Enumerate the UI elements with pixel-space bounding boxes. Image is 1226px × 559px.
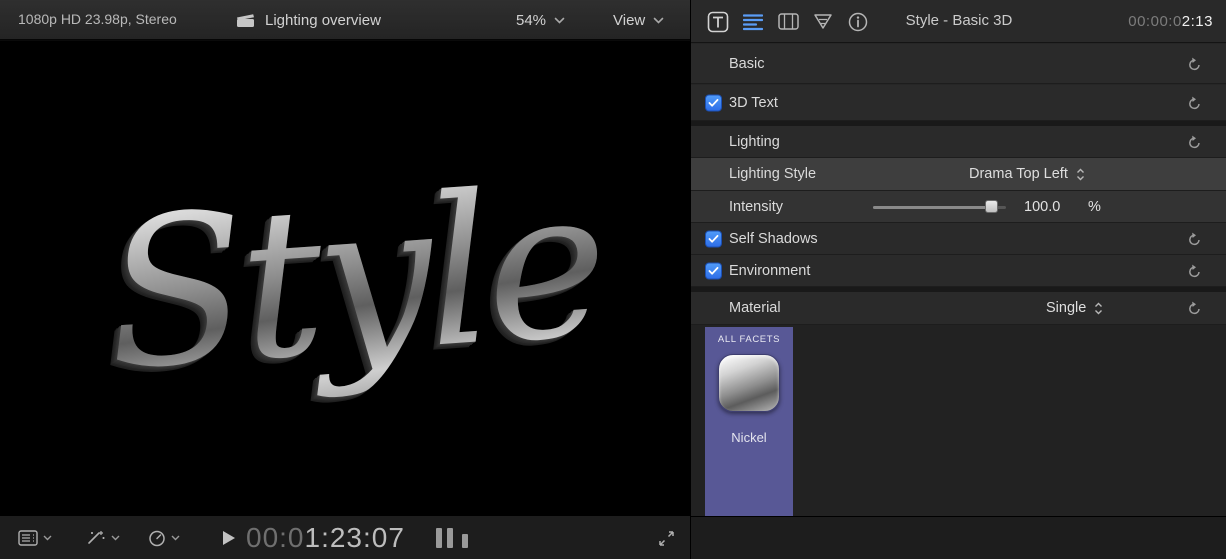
slider-thumb[interactable] xyxy=(985,200,998,213)
canvas-3d-text: Style Style xyxy=(97,118,644,515)
format-label: 1080p HD 23.98p, Stereo xyxy=(18,11,177,27)
expand-icon[interactable] xyxy=(658,516,675,559)
tab-mask-icon[interactable] xyxy=(812,11,834,33)
row-self-shadows: Self Shadows xyxy=(691,223,1226,255)
zoom-value: 54% xyxy=(516,12,546,29)
popup-chevrons-icon xyxy=(1076,168,1085,181)
material-tile-selected[interactable]: ALL FACETS Nickel xyxy=(705,327,793,516)
material-thumbnail[interactable] xyxy=(718,354,780,412)
slider-fill xyxy=(873,206,991,209)
environment-label: Environment xyxy=(729,263,810,279)
chevron-down-icon xyxy=(171,535,180,541)
material-label: Material xyxy=(729,300,781,316)
row-material: Material Single xyxy=(691,292,1226,325)
material-popup-value: Single xyxy=(1046,300,1086,316)
chevron-down-icon xyxy=(653,17,664,24)
material-name: Nickel xyxy=(705,430,793,445)
clapper-icon xyxy=(236,13,255,28)
index-icon xyxy=(18,530,38,546)
tab-info-icon[interactable] xyxy=(847,11,869,33)
row-intensity: Intensity 100.0 % xyxy=(691,191,1226,223)
reset-icon[interactable] xyxy=(1187,232,1203,246)
retime-menu[interactable] xyxy=(148,516,180,559)
intensity-value[interactable]: 100.0 xyxy=(1024,199,1060,215)
effects-menu[interactable] xyxy=(86,516,120,559)
chevron-down-icon xyxy=(554,17,565,24)
material-popup[interactable]: Single xyxy=(1046,300,1103,316)
checkbox-self-shadows[interactable] xyxy=(705,230,722,247)
app-window: 1080p HD 23.98p, Stereo Lighting overvie… xyxy=(0,0,1226,559)
popup-chevrons-icon xyxy=(1094,302,1103,315)
audio-meters xyxy=(436,528,468,548)
view-menu[interactable]: View xyxy=(613,0,664,40)
tab-text-format-icon[interactable] xyxy=(707,11,729,33)
reset-icon[interactable] xyxy=(1187,135,1203,149)
inspector-timecode-dim: 00:00:0 xyxy=(1128,13,1182,30)
inspector-pane: Style - Basic 3D 00:00:02:13 Basic 3D Te… xyxy=(690,0,1226,559)
tab-text-layout-icon[interactable] xyxy=(742,11,764,33)
lighting-style-label: Lighting Style xyxy=(729,166,816,182)
project-title-group: Lighting overview xyxy=(236,0,381,40)
checkbox-3d-text[interactable] xyxy=(705,94,722,111)
row-lighting: Lighting xyxy=(691,126,1226,158)
lighting-style-popup[interactable]: Drama Top Left xyxy=(969,166,1085,182)
lighting-label: Lighting xyxy=(729,134,780,150)
inspector-timecode-bright: 2:13 xyxy=(1182,13,1213,30)
row-3d-text: 3D Text xyxy=(691,85,1226,121)
row-basic: Basic xyxy=(691,44,1226,84)
index-menu[interactable] xyxy=(18,516,52,559)
checkbox-environment[interactable] xyxy=(705,262,722,279)
reset-icon[interactable] xyxy=(1187,57,1203,71)
viewer-canvas[interactable]: Style Style xyxy=(0,41,690,515)
chevron-down-icon xyxy=(43,535,52,541)
facets-label: ALL FACETS xyxy=(705,334,793,345)
zoom-menu[interactable]: 54% xyxy=(516,0,565,40)
intensity-unit: % xyxy=(1088,199,1101,215)
canvas-text-face: Style xyxy=(97,120,611,441)
material-well: ALL FACETS Nickel xyxy=(691,325,1226,516)
reset-icon[interactable] xyxy=(1187,96,1203,110)
inspector-tabs xyxy=(707,0,869,43)
self-shadows-label: Self Shadows xyxy=(729,231,818,247)
viewer-toolbar: 00:01:23:07 xyxy=(0,515,690,559)
intensity-label: Intensity xyxy=(729,199,783,215)
reset-icon[interactable] xyxy=(1187,264,1203,278)
gauge-icon xyxy=(148,530,166,547)
project-title: Lighting overview xyxy=(265,12,381,29)
inspector-timecode: 00:00:02:13 xyxy=(1128,13,1213,30)
inspector-bottom-strip xyxy=(691,516,1226,559)
row-environment: Environment xyxy=(691,255,1226,287)
viewer-pane: 1080p HD 23.98p, Stereo Lighting overvie… xyxy=(0,0,690,559)
chevron-down-icon xyxy=(111,535,120,541)
row-lighting-style: Lighting Style Drama Top Left xyxy=(691,158,1226,191)
view-label: View xyxy=(613,12,645,29)
3d-text-label: 3D Text xyxy=(729,95,778,111)
intensity-slider[interactable] xyxy=(873,200,1006,214)
play-button[interactable] xyxy=(222,516,236,559)
timecode-bright: 1:23:07 xyxy=(305,522,405,553)
playhead-timecode[interactable]: 00:01:23:07 xyxy=(246,522,405,554)
inspector-header: Style - Basic 3D 00:00:02:13 xyxy=(691,0,1226,43)
viewer-topbar: 1080p HD 23.98p, Stereo Lighting overvie… xyxy=(0,0,690,40)
basic-label: Basic xyxy=(729,56,764,72)
tab-appearance-icon[interactable] xyxy=(777,11,799,33)
timecode-dim: 00:0 xyxy=(246,522,305,553)
reset-icon[interactable] xyxy=(1187,301,1203,315)
lighting-style-value: Drama Top Left xyxy=(969,166,1068,182)
wand-icon xyxy=(86,530,106,546)
